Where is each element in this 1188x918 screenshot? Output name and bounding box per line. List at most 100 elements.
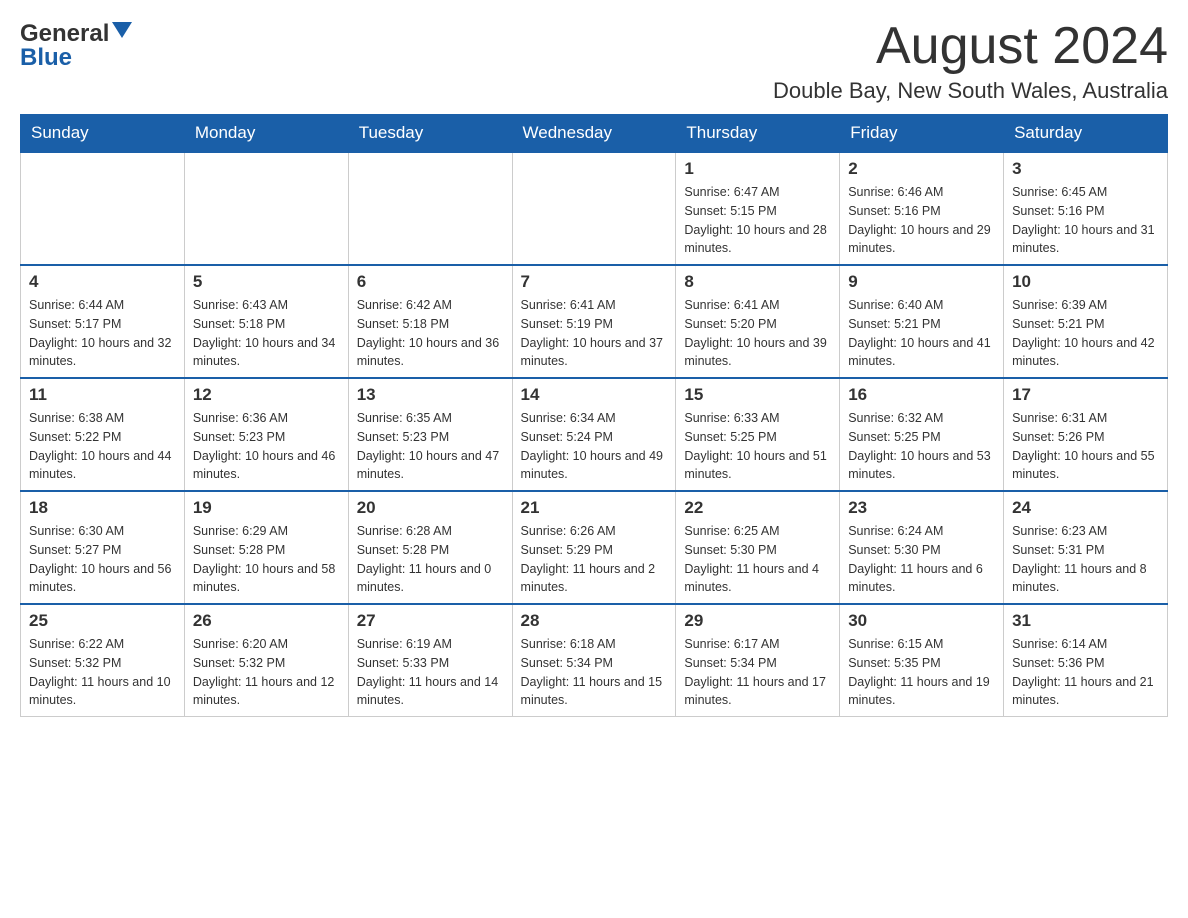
- calendar-cell: 18Sunrise: 6:30 AMSunset: 5:27 PMDayligh…: [21, 491, 185, 604]
- calendar-cell: 28 Sunrise: 6:18 AMSunset: 5:34 PMDayligh…: [512, 604, 676, 717]
- calendar-cell: 3 Sunrise: 6:45 AMSunset: 5:16 PMDaylight…: [1004, 152, 1168, 265]
- day-number: 4: [29, 272, 176, 292]
- calendar-cell: 9 Sunrise: 6:40 AMSunset: 5:21 PMDaylight…: [840, 265, 1004, 378]
- logo: General Blue: [20, 20, 132, 72]
- day-info: Sunrise: 6:24 AMSunset: 5:30 PMDaylight:…: [848, 522, 995, 597]
- day-info: Sunrise: 6:22 AMSunset: 5:32 PMDaylight:…: [29, 635, 176, 710]
- calendar-cell: 10 Sunrise: 6:39 AMSunset: 5:21 PMDayligh…: [1004, 265, 1168, 378]
- day-number: 16: [848, 385, 995, 405]
- calendar-week-row: 1 Sunrise: 6:47 AMSunset: 5:15 PMDaylight…: [21, 152, 1168, 265]
- calendar-cell: 26Sunrise: 6:20 AMSunset: 5:32 PMDayligh…: [184, 604, 348, 717]
- calendar-week-row: 25 Sunrise: 6:22 AMSunset: 5:32 PMDayligh…: [21, 604, 1168, 717]
- page-header: General Blue August 2024 Double Bay, New…: [20, 20, 1168, 104]
- column-header-monday: Monday: [184, 115, 348, 153]
- calendar-cell: 2Sunrise: 6:46 AMSunset: 5:16 PMDaylight…: [840, 152, 1004, 265]
- day-info: Sunrise: 6:38 AMSunset: 5:22 PMDaylight:…: [29, 409, 176, 484]
- calendar-cell: [21, 152, 185, 265]
- day-number: 24: [1012, 498, 1159, 518]
- day-number: 1: [684, 159, 831, 179]
- calendar-cell: [348, 152, 512, 265]
- day-number: 10: [1012, 272, 1159, 292]
- calendar-cell: 12Sunrise: 6:36 AMSunset: 5:23 PMDayligh…: [184, 378, 348, 491]
- day-info: Sunrise: 6:28 AMSunset: 5:28 PMDaylight:…: [357, 522, 504, 597]
- day-number: 19: [193, 498, 340, 518]
- day-number: 18: [29, 498, 176, 518]
- day-number: 3: [1012, 159, 1159, 179]
- location-title: Double Bay, New South Wales, Australia: [773, 78, 1168, 104]
- day-info: Sunrise: 6:39 AMSunset: 5:21 PMDaylight:…: [1012, 296, 1159, 371]
- day-info: Sunrise: 6:45 AMSunset: 5:16 PMDaylight:…: [1012, 183, 1159, 258]
- day-info: Sunrise: 6:25 AMSunset: 5:30 PMDaylight:…: [684, 522, 831, 597]
- day-info: Sunrise: 6:32 AMSunset: 5:25 PMDaylight:…: [848, 409, 995, 484]
- day-number: 7: [521, 272, 668, 292]
- day-info: Sunrise: 6:31 AMSunset: 5:26 PMDaylight:…: [1012, 409, 1159, 484]
- column-header-wednesday: Wednesday: [512, 115, 676, 153]
- day-info: Sunrise: 6:40 AMSunset: 5:21 PMDaylight:…: [848, 296, 995, 371]
- day-number: 31: [1012, 611, 1159, 631]
- day-info: Sunrise: 6:44 AMSunset: 5:17 PMDaylight:…: [29, 296, 176, 371]
- calendar-cell: 4 Sunrise: 6:44 AMSunset: 5:17 PMDaylight…: [21, 265, 185, 378]
- day-number: 22: [684, 498, 831, 518]
- calendar-cell: 17Sunrise: 6:31 AMSunset: 5:26 PMDayligh…: [1004, 378, 1168, 491]
- calendar-cell: 25 Sunrise: 6:22 AMSunset: 5:32 PMDayligh…: [21, 604, 185, 717]
- logo-blue-text: Blue: [20, 44, 132, 72]
- day-number: 26: [193, 611, 340, 631]
- day-number: 13: [357, 385, 504, 405]
- day-info: Sunrise: 6:23 AMSunset: 5:31 PMDaylight:…: [1012, 522, 1159, 597]
- calendar-cell: 14Sunrise: 6:34 AMSunset: 5:24 PMDayligh…: [512, 378, 676, 491]
- month-title: August 2024: [773, 20, 1168, 72]
- day-number: 5: [193, 272, 340, 292]
- day-info: Sunrise: 6:14 AMSunset: 5:36 PMDaylight:…: [1012, 635, 1159, 710]
- calendar-table: SundayMondayTuesdayWednesdayThursdayFrid…: [20, 114, 1168, 717]
- calendar-cell: 11 Sunrise: 6:38 AMSunset: 5:22 PMDayligh…: [21, 378, 185, 491]
- calendar-cell: 29Sunrise: 6:17 AMSunset: 5:34 PMDayligh…: [676, 604, 840, 717]
- calendar-cell: 5 Sunrise: 6:43 AMSunset: 5:18 PMDaylight…: [184, 265, 348, 378]
- calendar-cell: 24 Sunrise: 6:23 AMSunset: 5:31 PMDayligh…: [1004, 491, 1168, 604]
- day-info: Sunrise: 6:41 AMSunset: 5:20 PMDaylight:…: [684, 296, 831, 371]
- day-info: Sunrise: 6:43 AMSunset: 5:18 PMDaylight:…: [193, 296, 340, 371]
- day-info: Sunrise: 6:19 AMSunset: 5:33 PMDaylight:…: [357, 635, 504, 710]
- day-number: 27: [357, 611, 504, 631]
- column-header-saturday: Saturday: [1004, 115, 1168, 153]
- day-info: Sunrise: 6:36 AMSunset: 5:23 PMDaylight:…: [193, 409, 340, 484]
- day-info: Sunrise: 6:42 AMSunset: 5:18 PMDaylight:…: [357, 296, 504, 371]
- calendar-cell: 23Sunrise: 6:24 AMSunset: 5:30 PMDayligh…: [840, 491, 1004, 604]
- calendar-cell: 20 Sunrise: 6:28 AMSunset: 5:28 PMDayligh…: [348, 491, 512, 604]
- column-header-friday: Friday: [840, 115, 1004, 153]
- day-number: 20: [357, 498, 504, 518]
- logo-triangle-icon: [112, 22, 132, 38]
- calendar-cell: 21 Sunrise: 6:26 AMSunset: 5:29 PMDayligh…: [512, 491, 676, 604]
- day-number: 9: [848, 272, 995, 292]
- calendar-cell: 6Sunrise: 6:42 AMSunset: 5:18 PMDaylight…: [348, 265, 512, 378]
- day-number: 21: [521, 498, 668, 518]
- day-info: Sunrise: 6:46 AMSunset: 5:16 PMDaylight:…: [848, 183, 995, 258]
- calendar-cell: 8 Sunrise: 6:41 AMSunset: 5:20 PMDaylight…: [676, 265, 840, 378]
- calendar-cell: 15Sunrise: 6:33 AMSunset: 5:25 PMDayligh…: [676, 378, 840, 491]
- calendar-cell: 31 Sunrise: 6:14 AMSunset: 5:36 PMDayligh…: [1004, 604, 1168, 717]
- day-number: 28: [521, 611, 668, 631]
- day-info: Sunrise: 6:29 AMSunset: 5:28 PMDaylight:…: [193, 522, 340, 597]
- calendar-cell: 13Sunrise: 6:35 AMSunset: 5:23 PMDayligh…: [348, 378, 512, 491]
- calendar-cell: 16 Sunrise: 6:32 AMSunset: 5:25 PMDayligh…: [840, 378, 1004, 491]
- calendar-cell: 7 Sunrise: 6:41 AMSunset: 5:19 PMDaylight…: [512, 265, 676, 378]
- calendar-week-row: 11 Sunrise: 6:38 AMSunset: 5:22 PMDayligh…: [21, 378, 1168, 491]
- day-number: 29: [684, 611, 831, 631]
- calendar-header-row: SundayMondayTuesdayWednesdayThursdayFrid…: [21, 115, 1168, 153]
- day-number: 11: [29, 385, 176, 405]
- day-number: 30: [848, 611, 995, 631]
- day-info: Sunrise: 6:47 AMSunset: 5:15 PMDaylight:…: [684, 183, 831, 258]
- calendar-cell: 30 Sunrise: 6:15 AMSunset: 5:35 PMDayligh…: [840, 604, 1004, 717]
- day-info: Sunrise: 6:26 AMSunset: 5:29 PMDaylight:…: [521, 522, 668, 597]
- calendar-cell: 19 Sunrise: 6:29 AMSunset: 5:28 PMDayligh…: [184, 491, 348, 604]
- calendar-cell: [184, 152, 348, 265]
- day-info: Sunrise: 6:18 AMSunset: 5:34 PMDaylight:…: [521, 635, 668, 710]
- day-info: Sunrise: 6:15 AMSunset: 5:35 PMDaylight:…: [848, 635, 995, 710]
- day-info: Sunrise: 6:41 AMSunset: 5:19 PMDaylight:…: [521, 296, 668, 371]
- calendar-week-row: 4 Sunrise: 6:44 AMSunset: 5:17 PMDaylight…: [21, 265, 1168, 378]
- calendar-cell: [512, 152, 676, 265]
- day-number: 15: [684, 385, 831, 405]
- day-number: 8: [684, 272, 831, 292]
- day-number: 25: [29, 611, 176, 631]
- title-section: August 2024 Double Bay, New South Wales,…: [773, 20, 1168, 104]
- column-header-sunday: Sunday: [21, 115, 185, 153]
